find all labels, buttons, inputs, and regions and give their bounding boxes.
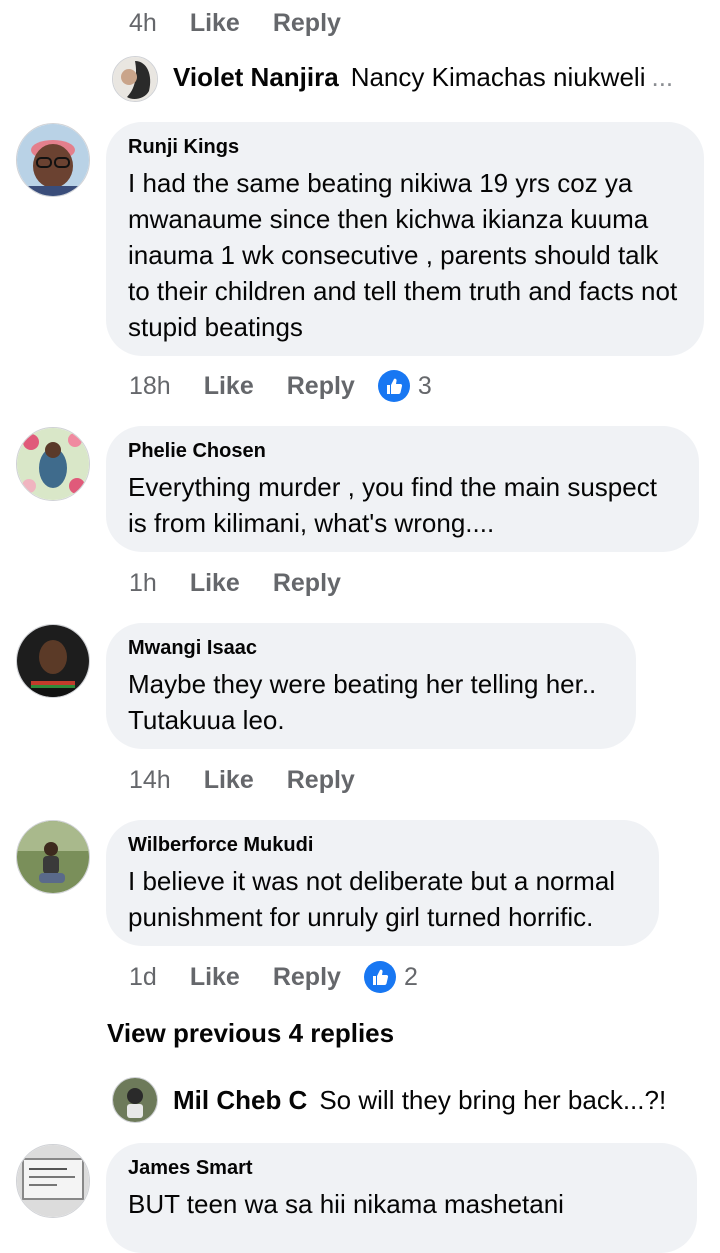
reply-button[interactable]: Reply [287,766,355,795]
comment-actions: 18h Like Reply 3 [129,366,432,406]
view-previous-replies-link[interactable]: View previous 4 replies [107,1018,394,1049]
reply-button[interactable]: Reply [273,9,341,38]
reaction-count[interactable]: 3 [377,370,432,402]
avatar[interactable] [16,427,90,501]
reply-button[interactable]: Reply [287,372,355,401]
reply-author[interactable]: Violet Nanjira [173,62,339,93]
comment-text: Everything murder , you find the main su… [128,472,657,538]
like-button[interactable]: Like [190,569,240,598]
timestamp: 1h [129,568,157,597]
thumbs-up-icon [377,370,410,402]
comment-actions: 1d Like Reply 2 [129,957,418,997]
reply-preview[interactable]: Violet Nanjira Nancy Kimachas niukweli .… [173,62,673,93]
comment-actions: 14h Like Reply [129,760,355,800]
like-button[interactable]: Like [190,9,240,38]
comment-author[interactable]: Runji Kings [128,136,682,159]
comment-author[interactable]: Wilberforce Mukudi [128,834,637,857]
timestamp: 14h [129,765,171,794]
reply-text: Nancy Kimachas niukweli [350,62,646,92]
comment-actions: 1h Like Reply [129,563,341,603]
reaction-count[interactable]: 2 [363,961,418,993]
avatar[interactable] [16,820,90,894]
comment-text: I had the same beating nikiwa 19 yrs coz… [128,168,678,342]
avatar[interactable] [16,123,90,197]
timestamp: 18h [129,371,171,400]
comment-bubble: Mwangi Isaac Maybe they were beating her… [106,623,636,749]
like-button[interactable]: Like [204,766,254,795]
reaction-number: 2 [403,962,418,991]
reaction-number: 3 [417,371,432,400]
like-button[interactable]: Like [204,372,254,401]
reply-button[interactable]: Reply [273,963,341,992]
reply-ellipsis: ... [651,62,674,92]
reply-button[interactable]: Reply [273,569,341,598]
comment-author[interactable]: Phelie Chosen [128,440,677,463]
reply-preview[interactable]: Mil Cheb C So will they bring her back..… [173,1085,666,1116]
comment-text: I believe it was not deliberate but a no… [128,866,616,932]
comment-text: Maybe they were beating her telling her.… [128,669,597,735]
comment-bubble: Wilberforce Mukudi I believe it was not … [106,820,659,946]
avatar[interactable] [112,1077,158,1123]
avatar[interactable] [16,624,90,698]
comment-author[interactable]: James Smart [128,1157,675,1180]
timestamp: 1d [129,962,157,991]
comment-bubble: James Smart BUT teen wa sa hii nikama ma… [106,1143,697,1253]
comment-bubble: Runji Kings I had the same beating nikiw… [106,122,704,356]
avatar[interactable] [112,56,158,102]
thumbs-up-icon [363,961,396,993]
timestamp: 4h [129,8,157,37]
comment-text: BUT teen wa sa hii nikama mashetani [128,1189,564,1219]
reply-author[interactable]: Mil Cheb C [173,1085,307,1116]
comment-actions: 4h Like Reply [129,3,341,43]
avatar[interactable] [16,1144,90,1218]
comment-bubble: Phelie Chosen Everything murder , you fi… [106,426,699,552]
comment-author[interactable]: Mwangi Isaac [128,637,614,660]
like-button[interactable]: Like [190,963,240,992]
reply-text: So will they bring her back...?! [319,1085,667,1115]
